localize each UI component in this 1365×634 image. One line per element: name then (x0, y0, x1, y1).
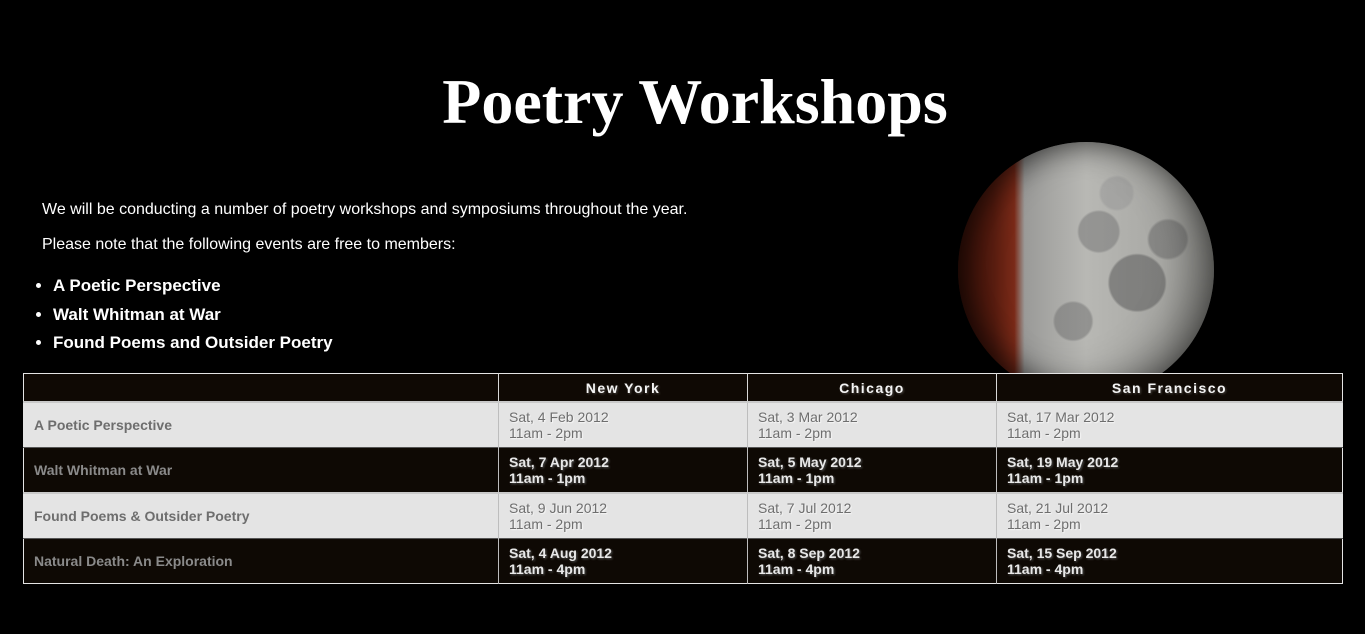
chicago-slot: Sat, 7 Jul 2012 11am - 2pm (747, 492, 997, 539)
table-row: Natural Death: An Exploration Sat, 4 Aug… (23, 538, 1343, 584)
event-name: Natural Death: An Exploration (23, 538, 499, 584)
event-name: A Poetic Perspective (23, 401, 499, 448)
list-item: Walt Whitman at War (53, 301, 333, 330)
slot-date: Sat, 4 Aug 2012 (509, 545, 612, 561)
column-header-event (23, 373, 499, 402)
slot-time: 11am - 4pm (1007, 561, 1084, 577)
new-york-slot: Sat, 4 Feb 2012 11am - 2pm (498, 401, 748, 448)
slot-time: 11am - 2pm (758, 425, 832, 441)
san-francisco-slot: Sat, 15 Sep 2012 11am - 4pm (996, 538, 1343, 584)
slot-date: Sat, 17 Mar 2012 (1007, 409, 1115, 425)
slot-date: Sat, 7 Jul 2012 (758, 500, 852, 516)
chicago-slot: Sat, 3 Mar 2012 11am - 2pm (747, 401, 997, 448)
list-item: Found Poems and Outsider Poetry (53, 329, 333, 358)
members-note: Please note that the following events ar… (42, 236, 456, 253)
new-york-slot: Sat, 9 Jun 2012 11am - 2pm (498, 492, 748, 539)
slot-time: 11am - 1pm (758, 470, 835, 486)
page-title: Poetry Workshops (442, 66, 948, 137)
table-header-row: New York Chicago San Francisco (23, 373, 1343, 402)
slot-time: 11am - 2pm (1007, 425, 1081, 441)
slot-time: 11am - 2pm (509, 516, 583, 532)
column-header-chicago: Chicago (747, 373, 997, 402)
column-header-new-york: New York (498, 373, 748, 402)
slot-date: Sat, 19 May 2012 (1007, 454, 1119, 470)
slot-time: 11am - 1pm (509, 470, 586, 486)
new-york-slot: Sat, 7 Apr 2012 11am - 1pm (498, 447, 748, 493)
slot-time: 11am - 4pm (758, 561, 835, 577)
slot-time: 11am - 4pm (509, 561, 586, 577)
slot-date: Sat, 8 Sep 2012 (758, 545, 860, 561)
slot-date: Sat, 15 Sep 2012 (1007, 545, 1117, 561)
slot-date: Sat, 7 Apr 2012 (509, 454, 609, 470)
slot-date: Sat, 9 Jun 2012 (509, 500, 608, 516)
san-francisco-slot: Sat, 19 May 2012 11am - 1pm (996, 447, 1343, 493)
event-name: Found Poems & Outsider Poetry (23, 492, 499, 539)
chicago-slot: Sat, 5 May 2012 11am - 1pm (747, 447, 997, 493)
chicago-slot: Sat, 8 Sep 2012 11am - 4pm (747, 538, 997, 584)
page: Poetry Workshops We will be conducting a… (0, 0, 1365, 634)
event-name: Walt Whitman at War (23, 447, 499, 493)
slot-date: Sat, 3 Mar 2012 (758, 409, 858, 425)
table-row: A Poetic Perspective Sat, 4 Feb 2012 11a… (23, 401, 1343, 448)
intro-paragraph: We will be conducting a number of poetry… (42, 201, 688, 218)
san-francisco-slot: Sat, 21 Jul 2012 11am - 2pm (996, 492, 1343, 539)
table-row: Found Poems & Outsider Poetry Sat, 9 Jun… (23, 492, 1343, 539)
free-events-list: A Poetic Perspective Walt Whitman at War… (0, 272, 333, 358)
table-row: Walt Whitman at War Sat, 7 Apr 2012 11am… (23, 447, 1343, 493)
slot-time: 11am - 1pm (1007, 470, 1084, 486)
slot-date: Sat, 21 Jul 2012 (1007, 500, 1109, 516)
moon-image (958, 142, 1214, 398)
new-york-slot: Sat, 4 Aug 2012 11am - 4pm (498, 538, 748, 584)
slot-time: 11am - 2pm (1007, 516, 1081, 532)
san-francisco-slot: Sat, 17 Mar 2012 11am - 2pm (996, 401, 1343, 448)
slot-time: 11am - 2pm (758, 516, 832, 532)
slot-date: Sat, 5 May 2012 (758, 454, 862, 470)
slot-time: 11am - 2pm (509, 425, 583, 441)
column-header-san-francisco: San Francisco (996, 373, 1343, 402)
slot-date: Sat, 4 Feb 2012 (509, 409, 609, 425)
list-item: A Poetic Perspective (53, 272, 333, 301)
workshop-schedule-table: New York Chicago San Francisco A Poetic … (23, 373, 1343, 584)
